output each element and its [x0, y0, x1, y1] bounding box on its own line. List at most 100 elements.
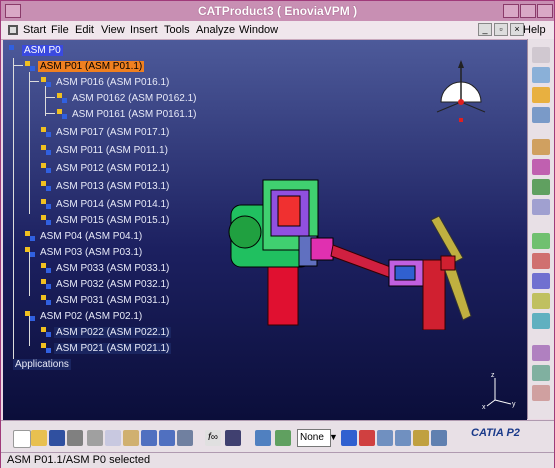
title-bar[interactable]: CATProduct3 ( EnoviaVPM ): [1, 1, 554, 21]
tool-icon-9[interactable]: [532, 253, 550, 269]
status-bar: ASM P01.1/ASM P0 selected: [1, 452, 554, 468]
tree-item-asm-p033[interactable]: ASM P033 (ASM P033.1): [41, 262, 171, 276]
tree-item-asm-p011[interactable]: ASM P011 (ASM P011.1): [41, 144, 170, 158]
tree-item-asm-p014[interactable]: ASM P014 (ASM P014.1): [41, 198, 171, 212]
tree-item-asm-p01[interactable]: ASM P01 (ASM P01.1): [25, 60, 145, 74]
product-icon: [25, 61, 35, 72]
tree-item-asm-p032[interactable]: ASM P032 (ASM P032.1): [41, 278, 171, 292]
tool-icon-13[interactable]: [532, 345, 550, 361]
product-icon: [41, 327, 51, 338]
print-icon[interactable]: [67, 430, 83, 446]
doc-minimize-icon[interactable]: _: [478, 23, 492, 36]
menu-window[interactable]: Window: [239, 24, 278, 36]
menu-edit[interactable]: Edit: [75, 24, 94, 36]
minimize-icon[interactable]: [503, 4, 519, 18]
menu-bar: Start File Edit View Insert Tools Analyz…: [1, 21, 554, 40]
formula-icon[interactable]: f∞: [205, 430, 221, 446]
doc-restore-icon[interactable]: ▫: [494, 23, 508, 36]
tool-icon-4[interactable]: [532, 139, 550, 155]
chevron-down-icon[interactable]: ▼: [329, 429, 339, 445]
start-icon: [7, 24, 19, 39]
menu-insert[interactable]: Insert: [130, 24, 158, 36]
maximize-icon[interactable]: [520, 4, 536, 18]
views-icon[interactable]: [431, 430, 447, 446]
tree-item-asm-p015[interactable]: ASM P015 (ASM P015.1): [41, 214, 171, 228]
tool-icon-12[interactable]: [532, 313, 550, 329]
tool-icon-8[interactable]: [532, 233, 550, 249]
tool-icon-1[interactable]: [532, 67, 550, 83]
tree-item-asm-p0162[interactable]: ASM P0162 (ASM P0162.1): [57, 92, 199, 106]
bottom-toolbar: f∞ None ▼ CATIA P2: [1, 420, 554, 453]
zoom-out-icon[interactable]: [395, 430, 411, 446]
tool-icon-5[interactable]: [532, 159, 550, 175]
tool-icon-14[interactable]: [532, 365, 550, 381]
redo-icon[interactable]: [159, 430, 175, 446]
help-arrow-icon[interactable]: [177, 430, 193, 446]
tree-item-asm-p022[interactable]: ASM P022 (ASM P022.1): [41, 326, 172, 340]
product-icon: [9, 45, 19, 55]
save-icon[interactable]: [49, 430, 65, 446]
tree-item-asm-p0[interactable]: ASM P0: [9, 44, 63, 58]
menu-help[interactable]: Help: [523, 24, 546, 36]
product-icon: [41, 279, 51, 290]
paste-icon[interactable]: [123, 430, 139, 446]
zoom-in-icon[interactable]: [377, 430, 393, 446]
product-icon: [41, 343, 51, 354]
fly-mode-icon[interactable]: [255, 430, 271, 446]
status-text: ASM P01.1/ASM P0 selected: [7, 454, 151, 466]
tree-item-asm-p03[interactable]: ASM P03 (ASM P03.1): [25, 246, 144, 260]
copy-icon[interactable]: [105, 430, 121, 446]
svg-text:z: z: [491, 372, 495, 379]
tree-item-applications[interactable]: Applications: [13, 358, 71, 372]
tree-item-asm-p016[interactable]: ASM P016 (ASM P016.1): [41, 76, 171, 90]
new-icon[interactable]: [13, 430, 31, 448]
doc-close-icon[interactable]: ×: [510, 23, 524, 36]
product-icon: [41, 263, 51, 274]
pan-icon[interactable]: [341, 430, 357, 446]
assembly-model[interactable]: [213, 160, 483, 330]
tree-item-asm-p017[interactable]: ASM P017 (ASM P017.1): [41, 126, 171, 140]
product-icon: [41, 215, 51, 226]
window-title: CATProduct3 ( EnoviaVPM ): [197, 4, 358, 18]
tree-item-asm-p012[interactable]: ASM P012 (ASM P012.1): [41, 162, 171, 176]
tree-item-asm-p021[interactable]: ASM P021 (ASM P021.1): [41, 342, 172, 356]
product-icon: [41, 77, 51, 88]
tool-icon-15[interactable]: [532, 385, 550, 401]
undo-icon[interactable]: [141, 430, 157, 446]
menu-analyze[interactable]: Analyze: [196, 24, 235, 36]
tool-icon-2[interactable]: [532, 87, 550, 103]
close-icon[interactable]: [537, 4, 553, 18]
rotate-icon[interactable]: [359, 430, 375, 446]
tool-icon-3[interactable]: [532, 107, 550, 123]
catia-logo: CATIA P2: [471, 427, 520, 439]
menu-view[interactable]: View: [101, 24, 125, 36]
cut-icon[interactable]: [87, 430, 103, 446]
render-mode-select[interactable]: None: [297, 429, 331, 447]
tree-item-asm-p031[interactable]: ASM P031 (ASM P031.1): [41, 294, 171, 308]
fit-all-icon[interactable]: [275, 430, 291, 446]
open-icon[interactable]: [31, 430, 47, 446]
tree-item-asm-p04[interactable]: ASM P04 (ASM P04.1): [25, 230, 144, 244]
toolbar-handle-icon[interactable]: [532, 47, 550, 63]
tree-item-asm-p0161[interactable]: ASM P0161 (ASM P0161.1): [57, 108, 199, 122]
axis-triad-icon: z y x: [482, 372, 516, 410]
compass-icon[interactable]: [433, 58, 489, 128]
normal-view-icon[interactable]: [413, 430, 429, 446]
product-icon: [57, 93, 67, 104]
tree-item-asm-p02[interactable]: ASM P02 (ASM P02.1): [25, 310, 144, 324]
product-icon: [41, 145, 51, 156]
tool-icon-11[interactable]: [532, 293, 550, 309]
product-icon: [25, 311, 35, 322]
tree-item-asm-p013[interactable]: ASM P013 (ASM P013.1): [41, 180, 171, 194]
product-icon: [25, 231, 35, 242]
tool-icon-6[interactable]: [532, 179, 550, 195]
document-window-controls: _ ▫ ×: [476, 23, 524, 36]
table-icon[interactable]: [225, 430, 241, 446]
menu-start[interactable]: Start: [23, 24, 46, 36]
product-icon: [41, 181, 51, 192]
3d-viewport[interactable]: ASM P0 ASM P01 (ASM P01.1) ASM P016 (ASM…: [3, 40, 527, 420]
tool-icon-7[interactable]: [532, 199, 550, 215]
menu-tools[interactable]: Tools: [164, 24, 190, 36]
menu-file[interactable]: File: [51, 24, 69, 36]
tool-icon-10[interactable]: [532, 273, 550, 289]
